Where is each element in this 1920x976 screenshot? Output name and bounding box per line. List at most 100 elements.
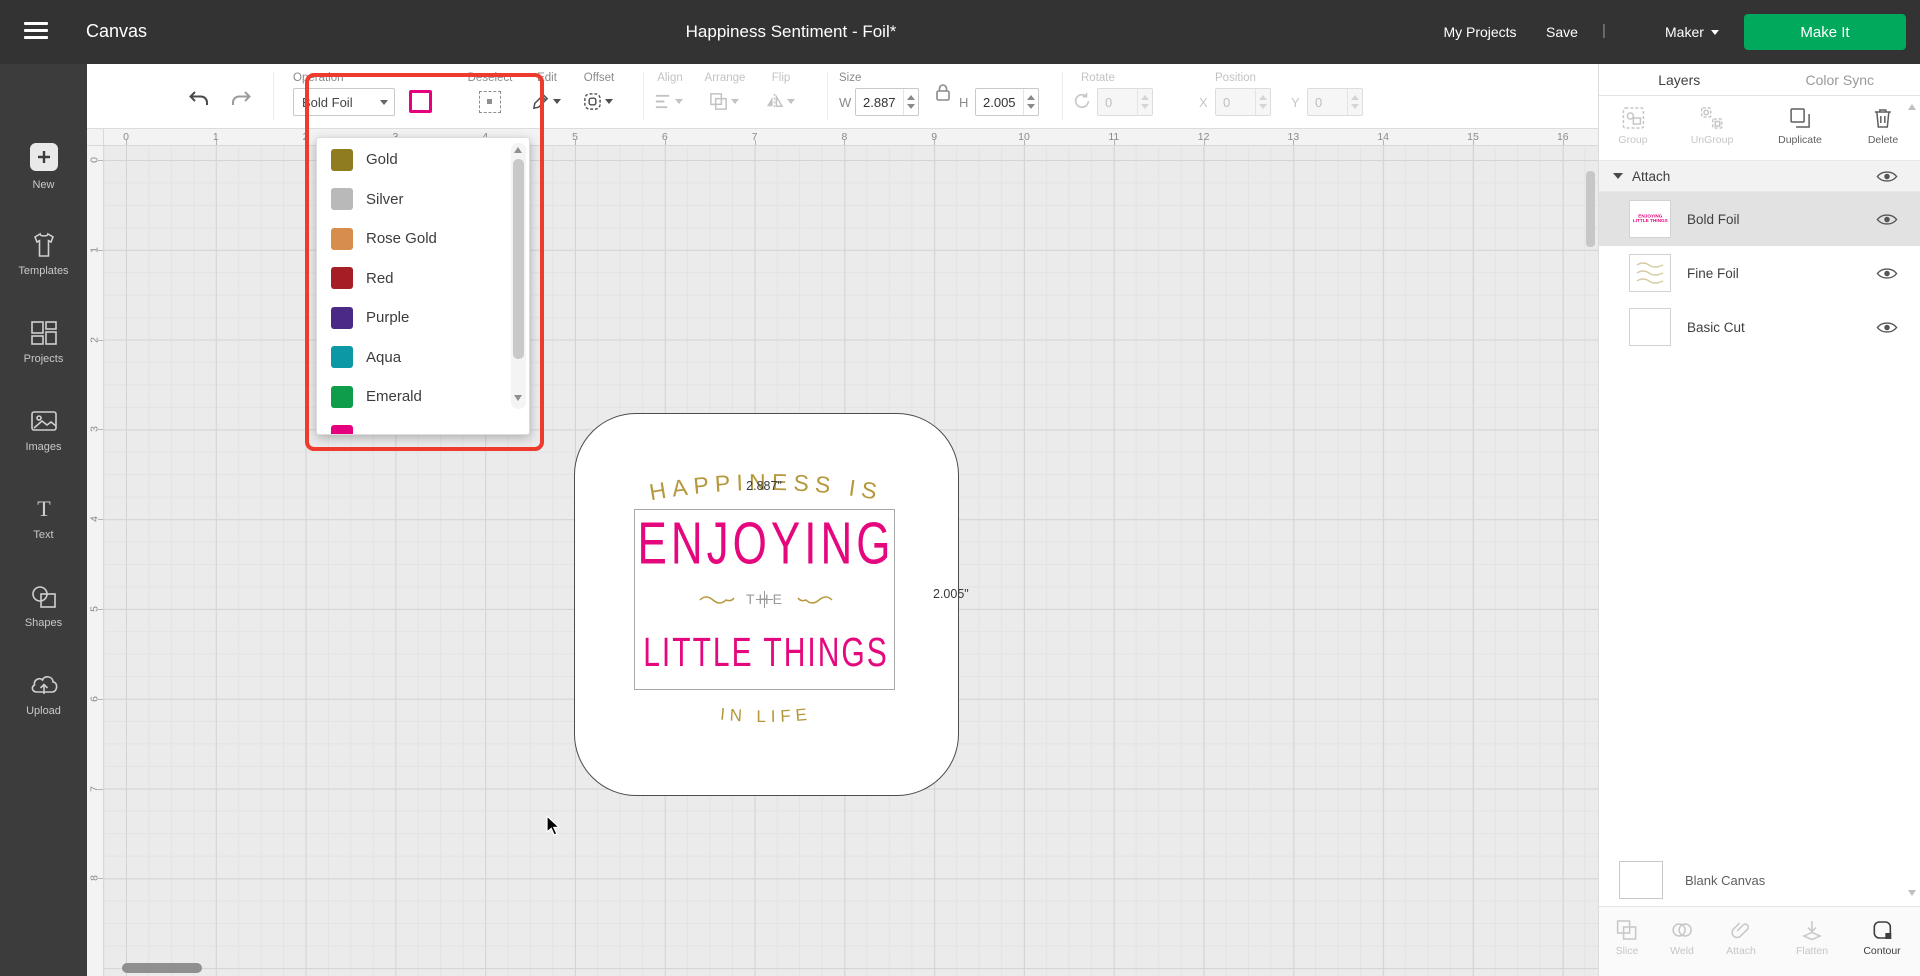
layer-name: Bold Foil xyxy=(1687,212,1876,227)
slice-button[interactable]: Slice xyxy=(1616,919,1639,957)
design-canvas[interactable]: 012345678910111213141516 012345678 HAPPI… xyxy=(87,129,1598,976)
artwork-arc-bottom[interactable]: IN LIFE xyxy=(636,695,896,741)
sidebar-item-projects[interactable]: Projects xyxy=(0,320,87,365)
dropdown-scrollbar-thumb[interactable] xyxy=(513,159,524,359)
operation-value: Bold Foil xyxy=(294,95,380,110)
flip-caption: Flip xyxy=(772,72,791,84)
redo-button[interactable] xyxy=(229,88,253,112)
color-option-emerald[interactable]: Emerald xyxy=(317,377,529,417)
color-option-partial[interactable] xyxy=(317,417,529,436)
arrange-button[interactable] xyxy=(709,92,739,111)
undo-button[interactable] xyxy=(187,88,211,112)
attach-group-header[interactable]: Attach xyxy=(1599,160,1920,192)
position-x-field: 0 xyxy=(1215,88,1271,116)
panel-tabs: Layers Color Sync xyxy=(1599,64,1920,96)
visibility-eye-icon[interactable] xyxy=(1876,169,1898,184)
blank-canvas-row[interactable]: Blank Canvas xyxy=(1599,854,1920,906)
y-label: Y xyxy=(1291,95,1300,110)
color-option-red[interactable]: Red xyxy=(317,259,529,299)
visibility-eye-icon[interactable] xyxy=(1876,266,1898,281)
tab-layers[interactable]: Layers xyxy=(1599,64,1760,95)
scroll-down-icon[interactable] xyxy=(514,395,522,401)
height-field[interactable]: 2.005 xyxy=(975,88,1039,116)
sidebar-item-new[interactable]: New xyxy=(0,142,87,191)
lock-icon[interactable] xyxy=(934,82,952,102)
layer-row-fine-foil[interactable]: Fine Foil xyxy=(1599,246,1920,300)
color-option-silver[interactable]: Silver xyxy=(317,180,529,220)
ungroup-label: UnGroup xyxy=(1691,134,1734,146)
color-name: Emerald xyxy=(366,388,422,405)
flatten-button[interactable]: Flatten xyxy=(1796,919,1828,957)
color-name: Rose Gold xyxy=(366,230,437,247)
new-icon xyxy=(29,142,59,172)
make-it-button[interactable]: Make It xyxy=(1744,14,1906,50)
paperclip-icon xyxy=(1730,919,1752,941)
machine-selector[interactable]: Maker xyxy=(1665,24,1719,40)
blank-canvas-swatch[interactable] xyxy=(1619,861,1663,899)
ruler-tick xyxy=(98,609,103,610)
selection-height-readout: 2.005" xyxy=(933,587,969,601)
sidebar-item-templates[interactable]: Templates xyxy=(0,232,87,277)
color-option-rose-gold[interactable]: Rose Gold xyxy=(317,219,529,259)
deselect-button[interactable] xyxy=(479,91,501,113)
scroll-up-icon[interactable] xyxy=(514,147,522,153)
text-icon: T xyxy=(30,496,58,522)
layer-row-bold-foil[interactable]: ENJOYINGLITTLE THINGS Bold Foil xyxy=(1599,192,1920,246)
color-swatch xyxy=(331,188,353,210)
color-option-purple[interactable]: Purple xyxy=(317,298,529,338)
tab-color-sync[interactable]: Color Sync xyxy=(1760,64,1920,95)
vertical-scrollbar-thumb[interactable] xyxy=(1586,171,1595,247)
rotate-value: 0 xyxy=(1098,89,1137,115)
toolbar-divider xyxy=(643,72,644,120)
color-option-gold[interactable]: Gold xyxy=(317,140,529,180)
dropdown-scrollbar[interactable] xyxy=(511,143,526,409)
offset-button[interactable] xyxy=(583,92,613,111)
panel-scroll-up-icon[interactable] xyxy=(1908,104,1916,110)
foil-color-dropdown: GoldSilver Rose Gold RedPurpleAqua Emerald xyxy=(316,137,530,435)
ungroup-button[interactable]: UnGroup xyxy=(1691,106,1734,146)
vertical-ruler: 012345678 xyxy=(87,146,104,976)
left-sidebar: New Templates Projects Images T Text Sha… xyxy=(0,64,87,976)
weld-button[interactable]: Weld xyxy=(1670,919,1694,957)
group-button[interactable]: Group xyxy=(1618,106,1647,146)
width-stepper[interactable] xyxy=(903,89,918,115)
duplicate-icon xyxy=(1788,106,1812,130)
visibility-eye-icon[interactable] xyxy=(1876,212,1898,227)
menu-icon[interactable] xyxy=(24,22,48,42)
attach-button[interactable]: Attach xyxy=(1726,919,1756,957)
ruler-tick xyxy=(1293,140,1294,145)
operation-select[interactable]: Bold Foil xyxy=(293,88,395,116)
sidebar-item-text[interactable]: T Text xyxy=(0,496,87,541)
layer-name: Basic Cut xyxy=(1687,320,1876,335)
ruler-tick xyxy=(755,140,756,145)
visibility-eye-icon[interactable] xyxy=(1876,320,1898,335)
duplicate-button[interactable]: Duplicate xyxy=(1778,106,1822,146)
ruler-tick xyxy=(934,140,935,145)
save-button[interactable]: Save xyxy=(1546,24,1578,40)
my-projects-link[interactable]: My Projects xyxy=(1443,24,1516,40)
sidebar-item-images[interactable]: Images xyxy=(0,408,87,453)
edit-button[interactable] xyxy=(531,92,561,111)
svg-text:IN LIFE: IN LIFE xyxy=(719,705,812,726)
width-field[interactable]: 2.887 xyxy=(855,88,919,116)
color-option-aqua[interactable]: Aqua xyxy=(317,338,529,378)
y-value: 0 xyxy=(1308,89,1347,115)
layer-thumbnail xyxy=(1629,254,1671,292)
sidebar-item-upload[interactable]: Upload xyxy=(0,672,87,717)
chevron-down-icon xyxy=(787,99,795,108)
layer-color-swatch[interactable] xyxy=(409,90,432,113)
height-stepper[interactable] xyxy=(1023,89,1038,115)
delete-button[interactable]: Delete xyxy=(1868,106,1898,146)
flip-button[interactable] xyxy=(765,92,795,111)
chevron-down-icon xyxy=(675,99,683,108)
artwork-line5: IN LIFE xyxy=(719,705,812,726)
layer-row-basic-cut[interactable]: Basic Cut xyxy=(1599,300,1920,354)
contour-button[interactable]: Contour xyxy=(1863,919,1900,957)
offset-caption: Offset xyxy=(584,72,614,84)
layer-thumbnail: ENJOYINGLITTLE THINGS xyxy=(1629,200,1671,238)
upload-icon xyxy=(29,672,59,698)
align-button[interactable] xyxy=(653,92,683,111)
sidebar-item-shapes[interactable]: Shapes xyxy=(0,584,87,629)
horizontal-scrollbar-thumb[interactable] xyxy=(122,963,202,973)
collapse-triangle-icon[interactable] xyxy=(1613,173,1623,184)
